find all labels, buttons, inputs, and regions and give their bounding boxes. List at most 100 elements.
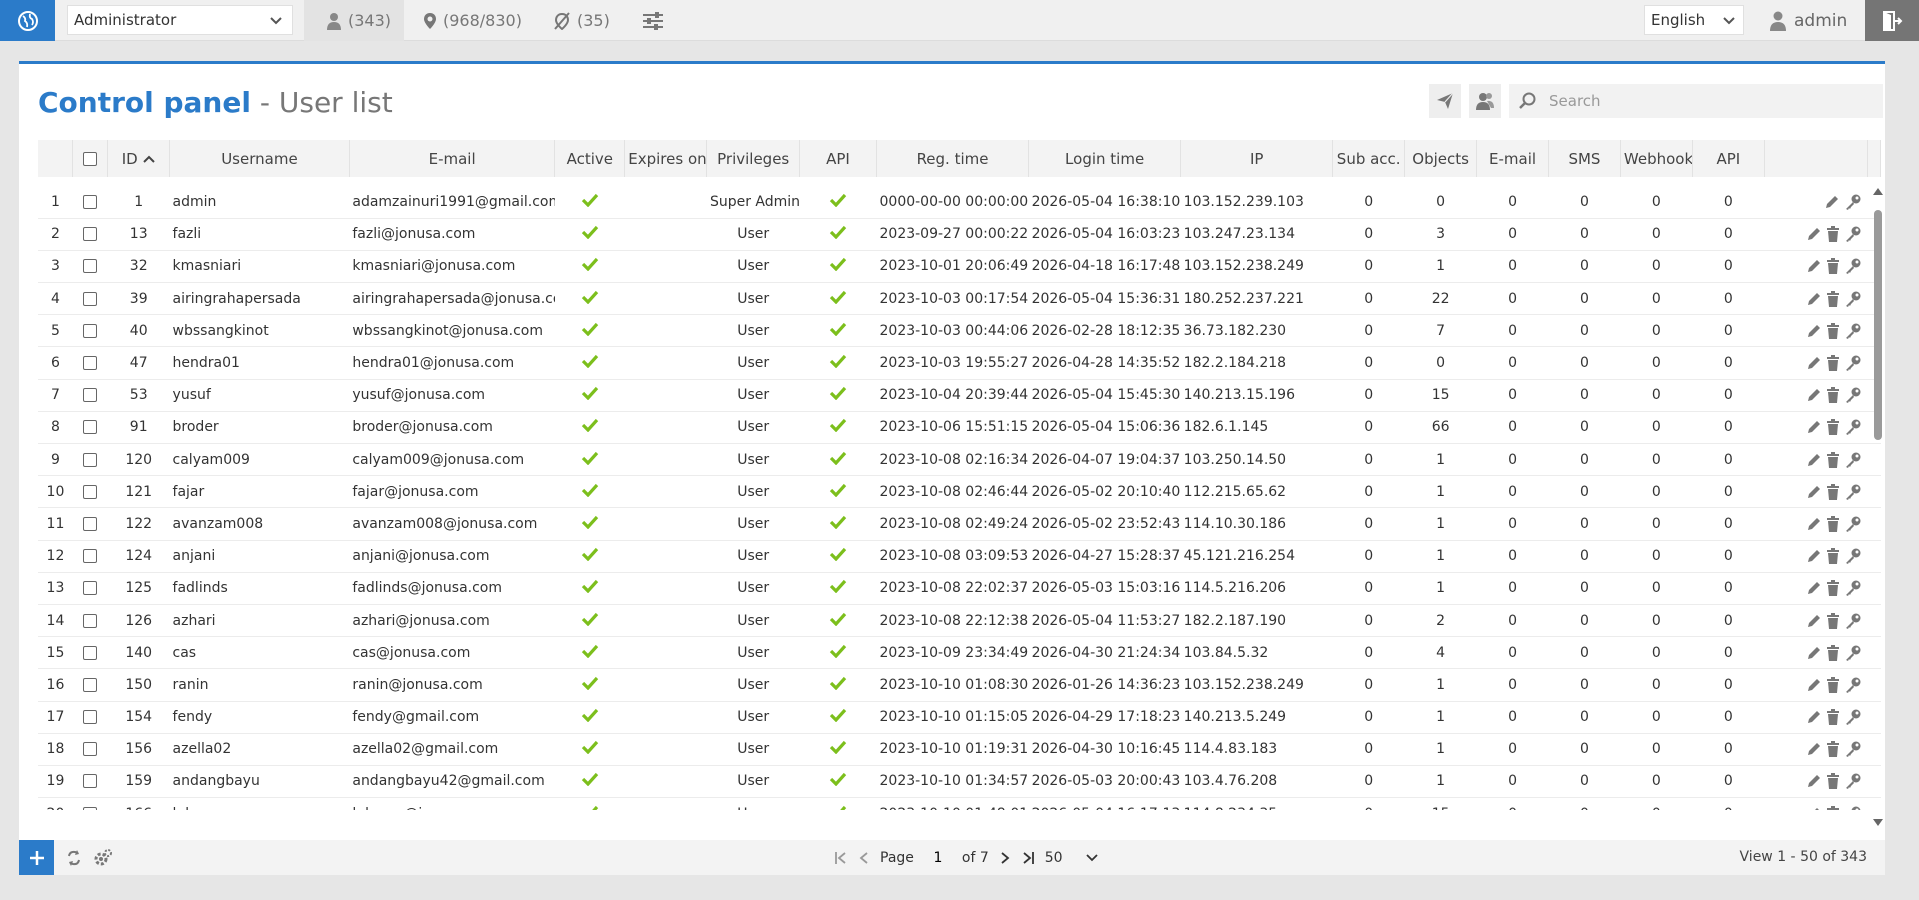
key-icon[interactable] [1844,548,1862,565]
row-checkbox[interactable] [83,323,98,338]
prev-page-icon[interactable] [858,851,870,865]
scroll-up-icon[interactable] [1872,186,1884,196]
user-menu[interactable]: admin [1770,0,1847,41]
trash-icon[interactable] [1826,226,1840,243]
key-icon[interactable] [1844,258,1862,275]
header-active[interactable]: Active [554,140,626,177]
table-row[interactable]: 7 53 yusuf yusuf@jonusa.com User 2023-10-04 2… [38,379,1881,412]
header-email[interactable]: E-mail [349,140,556,177]
table-row[interactable]: 14 126 azhari azhari@jonusa.com User 2023-10-… [38,604,1881,638]
settings-sliders-button[interactable] [642,0,664,41]
rows-per-page-select[interactable]: 50 [1045,850,1099,866]
search-input[interactable] [1545,91,1865,111]
trash-icon[interactable] [1826,741,1840,758]
row-checkbox[interactable] [83,484,98,499]
row-checkbox[interactable] [83,388,98,403]
row-checkbox[interactable] [83,677,98,692]
row-checkbox[interactable] [83,194,98,209]
key-icon[interactable] [1844,709,1862,726]
tab-users[interactable]: (343) [304,0,404,41]
pencil-icon[interactable] [1806,580,1822,596]
table-row[interactable]: 8 91 broder broder@jonusa.com User 2023-10-06… [38,411,1881,445]
key-icon[interactable] [1844,484,1862,500]
key-icon[interactable] [1844,291,1862,307]
tab-unused-objects[interactable]: (35) [553,0,610,41]
row-checkbox[interactable] [83,613,98,628]
pencil-icon[interactable] [1806,419,1822,435]
header-id[interactable]: ID [107,140,171,177]
scroll-down-icon[interactable] [1872,818,1884,828]
select-all-checkbox[interactable] [83,152,98,166]
header-api-count[interactable]: API [1692,140,1765,177]
key-icon[interactable] [1844,645,1862,661]
table-row[interactable]: 5 40 wbssangkinot wbssangkinot@jonusa.com Us… [38,314,1881,348]
header-expires-on[interactable]: Expires on [624,140,708,177]
role-select[interactable]: Administrator [67,5,293,35]
pencil-icon[interactable] [1806,452,1822,468]
row-checkbox[interactable] [83,710,98,725]
key-icon[interactable] [1844,387,1862,404]
row-checkbox[interactable] [83,452,98,467]
logout-button[interactable] [1865,0,1919,41]
trash-icon[interactable] [1826,515,1840,532]
trash-icon[interactable] [1826,773,1840,790]
row-checkbox[interactable] [83,227,98,242]
row-checkbox[interactable] [83,356,98,371]
trash-icon[interactable] [1826,258,1840,275]
key-icon[interactable] [1844,580,1862,597]
key-icon[interactable] [1844,773,1862,790]
key-icon[interactable] [1844,226,1862,243]
pencil-icon[interactable] [1806,613,1822,629]
trash-icon[interactable] [1826,322,1840,339]
row-checkbox[interactable] [83,806,98,810]
table-row[interactable]: 2 13 fazli fazli@jonusa.com User 2023-09-27 0… [38,218,1881,251]
next-page-icon[interactable] [999,851,1011,865]
trash-icon[interactable] [1826,290,1840,307]
trash-icon[interactable] [1826,676,1840,693]
tab-objects[interactable]: (968/830) [423,0,522,41]
row-checkbox[interactable] [83,420,98,435]
header-sms[interactable]: SMS [1548,140,1621,177]
header-api-enabled[interactable]: API [799,140,878,177]
table-row[interactable]: 18 156 azella02 azella02@gmail.com User 2023-… [38,733,1881,766]
table-scrollbar[interactable] [1870,182,1886,832]
table-row[interactable]: 11 122 avanzam008 avanzam008@jonusa.com User… [38,507,1881,541]
settings-icon[interactable] [93,849,113,867]
row-checkbox[interactable] [83,645,98,660]
header-email-count[interactable]: E-mail [1476,140,1549,177]
table-row[interactable]: 3 32 kmasniari kmasniari@jonusa.com User 2023… [38,250,1881,284]
header-ip[interactable]: IP [1180,140,1334,177]
last-page-icon[interactable] [1021,851,1035,865]
table-row[interactable]: 1 1 admin adamzainuri1991@gmail.com Super Ad… [38,186,1881,219]
table-row[interactable]: 16 150 ranin ranin@jonusa.com User 2023-10-10… [38,668,1881,702]
key-icon[interactable] [1844,806,1862,810]
pencil-icon[interactable] [1824,194,1840,210]
pencil-icon[interactable] [1806,226,1822,242]
header-sub-accounts[interactable]: Sub acc. [1332,140,1406,177]
globe-button[interactable] [0,0,55,41]
page-number-input[interactable] [923,846,952,869]
pencil-icon[interactable] [1806,806,1822,810]
pencil-icon[interactable] [1806,516,1822,532]
pencil-icon[interactable] [1806,484,1822,500]
manage-users-button[interactable] [1469,84,1501,118]
trash-icon[interactable] [1826,387,1840,404]
send-message-button[interactable] [1429,84,1461,118]
pencil-icon[interactable] [1806,709,1822,725]
table-row[interactable]: 6 47 hendra01 hendra01@jonusa.com User 2023-1… [38,346,1881,380]
key-icon[interactable] [1844,355,1862,372]
pencil-icon[interactable] [1806,773,1822,789]
add-user-button[interactable] [19,840,54,875]
header-webhook[interactable]: Webhook [1620,140,1693,177]
trash-icon[interactable] [1826,709,1840,726]
row-checkbox[interactable] [83,581,98,596]
table-row[interactable]: 20 166lukmanlukman@jonusa.com User 2023-10-… [38,797,1881,810]
header-login-time[interactable]: Login time [1028,140,1182,177]
pencil-icon[interactable] [1806,741,1822,757]
key-icon[interactable] [1844,194,1862,210]
row-checkbox[interactable] [83,291,98,306]
table-row[interactable]: 15 140 cas cas@jonusa.com User 2023-10-09 23:… [38,636,1881,670]
trash-icon[interactable] [1826,580,1840,597]
trash-icon[interactable] [1826,612,1840,629]
pencil-icon[interactable] [1806,258,1822,274]
